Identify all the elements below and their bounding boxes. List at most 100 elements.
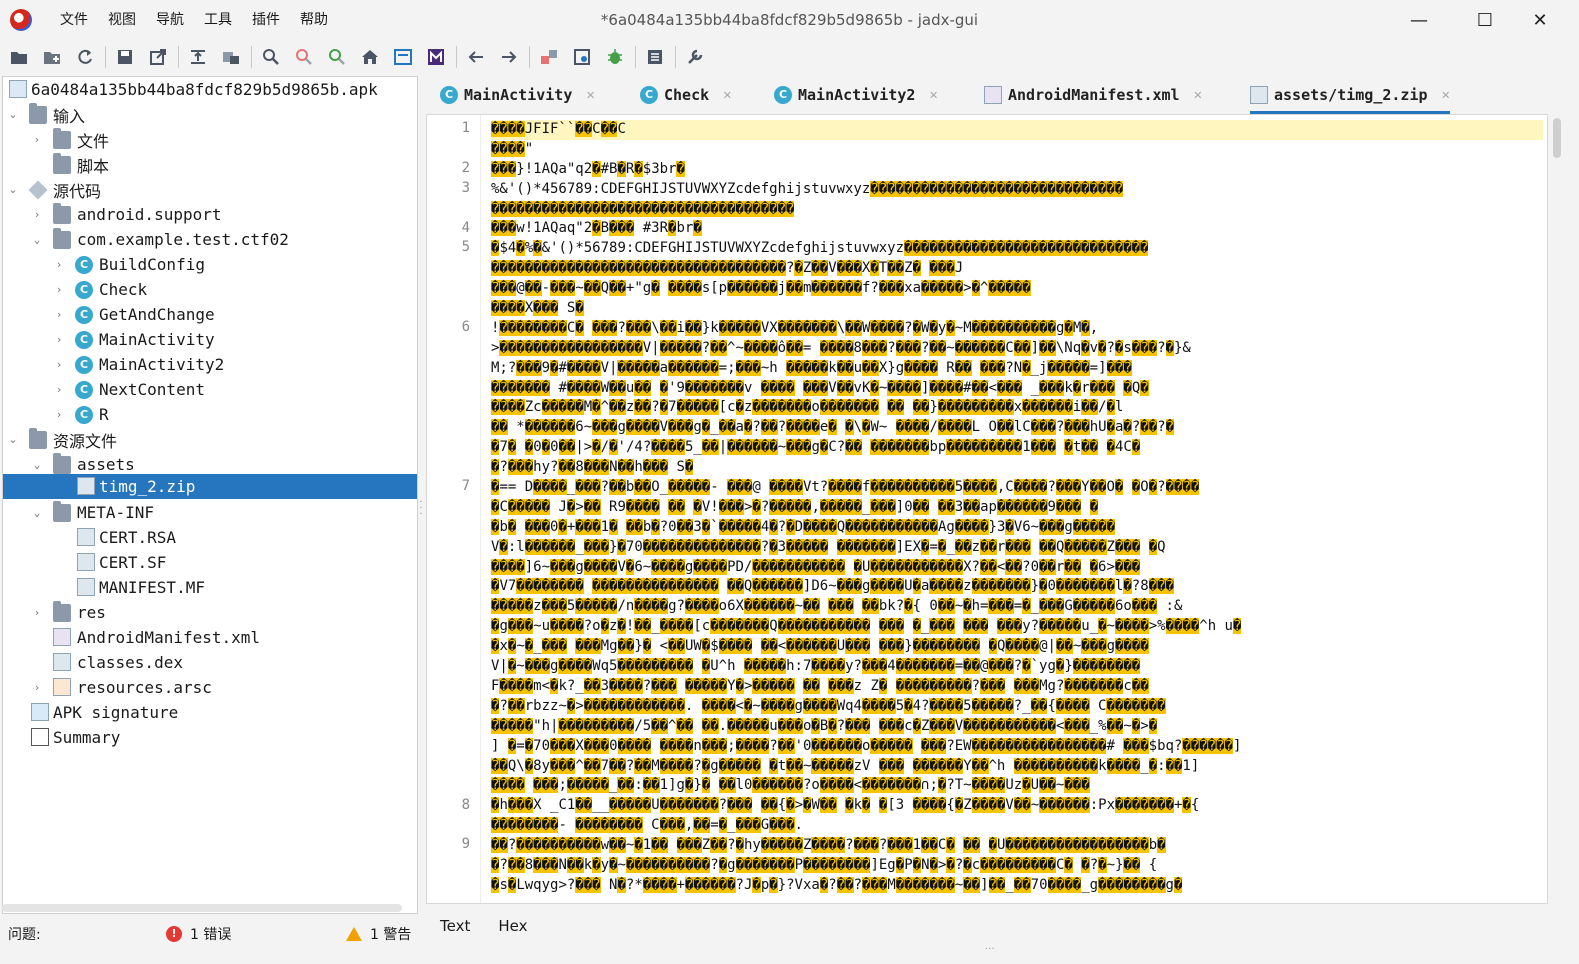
export-icon[interactable] (145, 44, 171, 70)
quark-icon[interactable] (569, 44, 595, 70)
preferences-icon[interactable] (682, 44, 708, 70)
code-line[interactable]: ��Q\�8y���^��7��?��M����?�g����� �t��~��… (491, 757, 1543, 777)
code-line[interactable]: !��������C� ���?���\��i��}k�����VX������… (491, 319, 1543, 339)
tab-mainactivity2[interactable]: C MainActivity2 ✕ (774, 76, 938, 114)
code-line[interactable]: V�:l������_���}�70��������������?�3�����… (491, 538, 1543, 558)
menu-file[interactable]: 文件 (50, 6, 98, 34)
debug-icon[interactable] (602, 44, 628, 70)
code-line[interactable]: �?��8���N��k�y�~����������?�g�������P���… (491, 856, 1543, 876)
tree-item-files[interactable]: › 文件 (3, 127, 417, 152)
close-tab-icon[interactable]: ✕ (1442, 87, 1450, 103)
tree-item-apk-signature[interactable]: APK signature (3, 700, 417, 725)
chevron-right-icon[interactable]: › (31, 606, 43, 619)
code-line[interactable]: �V7�������� ��������������� ��Q������]D6… (491, 577, 1543, 597)
close-tab-icon[interactable]: ✕ (586, 87, 594, 103)
code-line[interactable]: ����]6~���g����V�6~����g����PD/���������… (491, 558, 1543, 578)
tree-root-apk[interactable]: 6a0484a135bb44ba8fdcf829b5d9865b.apk (3, 77, 417, 102)
minimize-button[interactable]: — (1396, 0, 1442, 40)
find-class-icon[interactable] (291, 44, 317, 70)
code-line[interactable]: F����m<�k?_��3����?��� �����Y�>����� �� … (491, 677, 1543, 697)
code-line[interactable]: ���w!1AQaq"2�B��� #3R�br� (491, 219, 1543, 239)
code-line[interactable]: ��?����������w��~�1�� ���Z��?�hy�����Z��… (491, 836, 1543, 856)
close-tab-icon[interactable]: ✕ (929, 87, 937, 103)
code-line[interactable]: ����" (491, 140, 1543, 160)
code-line[interactable]: ����X��� S� (491, 299, 1543, 319)
tree-item-meta-inf[interactable]: ⌄ META-INF (3, 500, 417, 525)
tree-item-android-support[interactable]: › android.support (3, 202, 417, 227)
menu-navigation[interactable]: 导航 (146, 6, 194, 34)
chevron-down-icon[interactable]: ⌄ (7, 433, 19, 446)
tree-item-input[interactable]: ⌄ 输入 (3, 102, 417, 127)
find-usage-icon[interactable] (324, 44, 350, 70)
chevron-right-icon[interactable]: › (53, 358, 65, 371)
resize-grip[interactable]: ··· (985, 944, 995, 955)
tree-horizontal-scrollbar[interactable] (2, 904, 402, 912)
code-line[interactable]: �7� �0�0��|>�/�'/4?����5_��|������~���g�… (491, 438, 1543, 458)
tree-item-class[interactable]: › C MainActivity (3, 327, 417, 352)
chevron-right-icon[interactable]: › (53, 308, 65, 321)
smali-icon[interactable] (423, 44, 449, 70)
code-line[interactable]: ��������- �������� C���,��=�_���G���. (491, 816, 1543, 836)
code-line[interactable]: �?��rbzz~�>������������. ����<�~����g���… (491, 697, 1543, 717)
tab-text[interactable]: Text (426, 908, 484, 944)
tree-item-package[interactable]: ⌄ com.example.test.ctf02 (3, 227, 417, 252)
search-icon[interactable] (258, 44, 284, 70)
forward-icon[interactable] (496, 44, 522, 70)
code-area[interactable]: ����JFIF``��C��C ����" ���}!1AQa"q2�#B�R�$… (491, 120, 1543, 896)
menu-help[interactable]: 帮助 (290, 6, 338, 34)
code-line[interactable]: �$4�%�&'()*56789:CDEFGHIJSTUVWXYZcdefghi… (491, 239, 1543, 259)
code-line[interactable]: >�����������������V|�����?��^~����ô��= �… (491, 339, 1543, 359)
code-line[interactable]: ���}!1AQa"q2�#B�R�$3br� (491, 160, 1543, 180)
maximize-button[interactable]: ☐ (1462, 0, 1508, 40)
scrollbar-thumb[interactable] (1553, 118, 1561, 158)
chevron-down-icon[interactable]: ⌄ (31, 458, 43, 471)
chevron-down-icon[interactable]: ⌄ (7, 183, 19, 196)
chevron-right-icon[interactable]: › (31, 133, 43, 146)
menu-tools[interactable]: 工具 (194, 6, 242, 34)
code-line[interactable]: �� *������6~���g����V���g�_��a�?��?����e… (491, 418, 1543, 438)
code-line[interactable]: M;?���9�#����V|�����a������=;���~h �����… (491, 359, 1543, 379)
add-files-icon[interactable] (39, 44, 65, 70)
log-icon[interactable] (390, 44, 416, 70)
tree-item-class[interactable]: › C Check (3, 277, 417, 302)
code-line[interactable]: ���� ���;�����_��:��1]g�}� ��l0������?o�… (491, 776, 1543, 796)
tree-item-android-manifest[interactable]: AndroidManifest.xml (3, 625, 417, 650)
tree-item-cert-rsa[interactable]: CERT.RSA (3, 525, 417, 550)
code-line[interactable]: ] �=�70���X���0���� ����n���;����?��'0��… (491, 737, 1543, 757)
code-line[interactable]: ������������������������������������ (491, 200, 1543, 220)
close-tab-icon[interactable]: ✕ (1194, 87, 1202, 103)
tab-mainactivity[interactable]: C MainActivity ✕ (440, 76, 595, 114)
tree-item-class[interactable]: › C BuildConfig (3, 252, 417, 277)
code-line[interactable]: �?���hy?��8���N��h��� S� (491, 458, 1543, 478)
tree-item-timg-zip[interactable]: timg_2.zip (3, 474, 417, 499)
sync-icon[interactable] (185, 44, 211, 70)
decompile-all-icon[interactable] (642, 44, 668, 70)
chevron-down-icon[interactable]: ⌄ (31, 233, 43, 246)
chevron-down-icon[interactable]: ⌄ (31, 506, 43, 519)
code-line[interactable]: ����JFIF``��C��C (491, 120, 1543, 140)
code-line[interactable]: �����"h|���������/5��^�� ��.�����u���o�B… (491, 717, 1543, 737)
deobfuscate-icon[interactable] (536, 44, 562, 70)
code-line[interactable]: �b� ���0�+���1� ��b�?0��3�`�����4�?�D���… (491, 518, 1543, 538)
chevron-right-icon[interactable]: › (53, 408, 65, 421)
code-line[interactable]: ���@��-���~��Q��+"g� ����s[p������j��m��… (491, 279, 1543, 299)
home-icon[interactable] (357, 44, 383, 70)
code-line[interactable]: ������� #����W��u�� �'9�������v ���� ���… (491, 379, 1543, 399)
tree-item-cert-sf[interactable]: CERT.SF (3, 550, 417, 575)
chevron-right-icon[interactable]: › (31, 681, 43, 694)
code-line[interactable]: �x�~�_��� ���Mg��}� <��UW�$���� ��<�����… (491, 637, 1543, 657)
menu-view[interactable]: 视图 (98, 6, 146, 34)
close-window-button[interactable]: ✕ (1517, 0, 1563, 40)
tree-item-manifest-mf[interactable]: MANIFEST.MF (3, 575, 417, 600)
editor-vertical-scrollbar[interactable] (1550, 114, 1564, 904)
back-icon[interactable] (463, 44, 489, 70)
tree-item-source[interactable]: ⌄ 源代码 (3, 177, 417, 202)
code-line[interactable]: �s�Lwqyg>?��� N�?*����+������?J�p�}?Vxa�… (491, 876, 1543, 896)
tree-item-resources-arsc[interactable]: › resources.arsc (3, 675, 417, 700)
code-line[interactable]: %&'()*456789:CDEFGHIJSTUVWXYZcdefghijstu… (491, 180, 1543, 200)
tree-item-class[interactable]: › C R (3, 402, 417, 427)
tree-item-classes-dex[interactable]: classes.dex (3, 650, 417, 675)
chevron-right-icon[interactable]: › (31, 208, 43, 221)
warning-count[interactable]: 1 警告 (370, 924, 411, 944)
chevron-right-icon[interactable]: › (53, 258, 65, 271)
